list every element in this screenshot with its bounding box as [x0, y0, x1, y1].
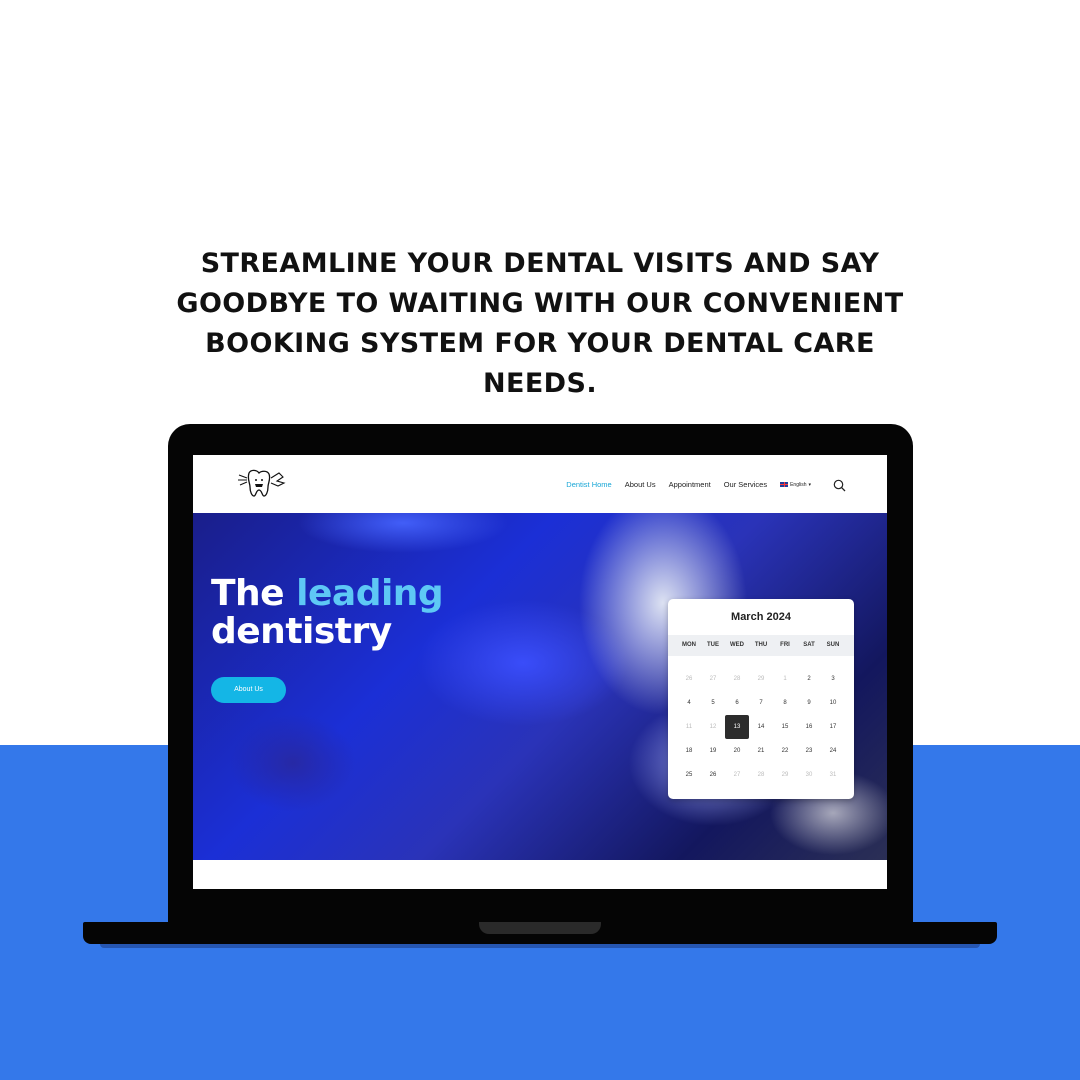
hero-title-part2: dentistry [211, 611, 392, 652]
calendar-day-selected[interactable]: 13 [725, 715, 749, 739]
booking-calendar: March 2024 MON TUE WED THU FRI SAT SUN 2… [668, 599, 854, 799]
promo-headline: STREAMLINE YOUR DENTAL VISITS AND SAY GO… [140, 244, 940, 404]
uk-flag-icon [780, 482, 789, 487]
calendar-day: 31 [829, 772, 837, 778]
weekday-label: THU [754, 642, 768, 648]
calendar-day[interactable]: 17 [821, 715, 845, 739]
calendar-day: 30 [805, 772, 813, 778]
calendar-month-label: March 2024 [731, 611, 791, 623]
calendar-day: 28 [733, 676, 741, 682]
weekday-label: TUE [707, 642, 719, 648]
calendar-day[interactable]: 15 [773, 715, 797, 739]
weekday-label: SAT [803, 642, 815, 648]
laptop-screen: Dentist Home About Us Appointment Our Se… [193, 455, 887, 889]
calendar-day[interactable]: 21 [749, 739, 773, 763]
headline-line-1: STREAMLINE YOUR DENTAL VISITS AND SAY [200, 248, 880, 279]
calendar-day[interactable]: 22 [773, 739, 797, 763]
tooth-logo-icon[interactable] [237, 467, 289, 499]
hero-banner: The leading dentistry About Us March 202… [193, 513, 887, 860]
calendar-weekday-header: MON TUE WED THU FRI SAT SUN [668, 635, 854, 656]
calendar-day[interactable]: 20 [725, 739, 749, 763]
calendar-day: 12 [709, 724, 717, 730]
headline-line-3: BOOKING SYSTEM FOR YOUR DENTAL CARE [205, 328, 875, 359]
weekday-label: SUN [826, 642, 840, 648]
calendar-day: 26 [685, 676, 693, 682]
hero-title-part1: The [211, 573, 297, 614]
hero-title: The leading dentistry [211, 573, 444, 652]
calendar-day: 28 [757, 772, 765, 778]
calendar-day[interactable]: 2 [797, 667, 821, 691]
calendar-day: 1 [783, 676, 787, 682]
about-us-button[interactable]: About Us [211, 677, 286, 703]
nav-links: Dentist Home About Us Appointment Our Se… [566, 480, 811, 489]
calendar-day[interactable]: 7 [749, 691, 773, 715]
nav-link-dentist-home[interactable]: Dentist Home [566, 480, 611, 489]
calendar-day: 11 [685, 724, 693, 730]
hero-photo-dentist [253, 513, 553, 573]
calendar-day[interactable]: 19 [701, 739, 725, 763]
screen-footer-strip [193, 860, 887, 889]
calendar-day[interactable]: 24 [821, 739, 845, 763]
calendar-day: 29 [757, 676, 765, 682]
calendar-day[interactable]: 9 [797, 691, 821, 715]
calendar-day[interactable]: 10 [821, 691, 845, 715]
weekday-label: WED [730, 642, 744, 648]
nav-link-about-us[interactable]: About Us [625, 480, 656, 489]
site-navbar: Dentist Home About Us Appointment Our Se… [193, 455, 887, 513]
calendar-day: 27 [709, 676, 717, 682]
language-label: English [790, 481, 807, 488]
headline-line-2: GOODBYE TO WAITING WITH OUR CONVENIENT [176, 288, 904, 319]
calendar-day[interactable]: 14 [749, 715, 773, 739]
calendar-day[interactable]: 26 [701, 763, 725, 787]
chevron-down-icon: ▾ [808, 481, 811, 488]
calendar-day[interactable]: 4 [677, 691, 701, 715]
hero-title-accent: leading [296, 573, 444, 614]
calendar-day[interactable]: 8 [773, 691, 797, 715]
calendar-day[interactable]: 3 [821, 667, 845, 691]
calendar-day[interactable]: 18 [677, 739, 701, 763]
calendar-day[interactable]: 5 [701, 691, 725, 715]
nav-link-our-services[interactable]: Our Services [724, 480, 767, 489]
calendar-day[interactable]: 23 [797, 739, 821, 763]
laptop-shadow [100, 944, 980, 948]
laptop-notch [479, 922, 601, 934]
calendar-day[interactable]: 6 [725, 691, 749, 715]
calendar-day[interactable]: 25 [677, 763, 701, 787]
headline-line-4: NEEDS. [483, 368, 597, 399]
nav-link-appointment[interactable]: Appointment [669, 480, 711, 489]
weekday-label: FRI [780, 642, 790, 648]
calendar-day-grid: 26 27 28 29 1 2 3 4 5 6 7 8 9 10 11 12 13 14 15 16 17 18 19 20 2… [677, 667, 845, 787]
weekday-label: MON [682, 642, 696, 648]
language-selector[interactable]: English ▾ [780, 482, 811, 488]
calendar-day[interactable]: 16 [797, 715, 821, 739]
calendar-day: 29 [781, 772, 789, 778]
calendar-day: 27 [733, 772, 741, 778]
search-icon[interactable] [833, 479, 846, 492]
